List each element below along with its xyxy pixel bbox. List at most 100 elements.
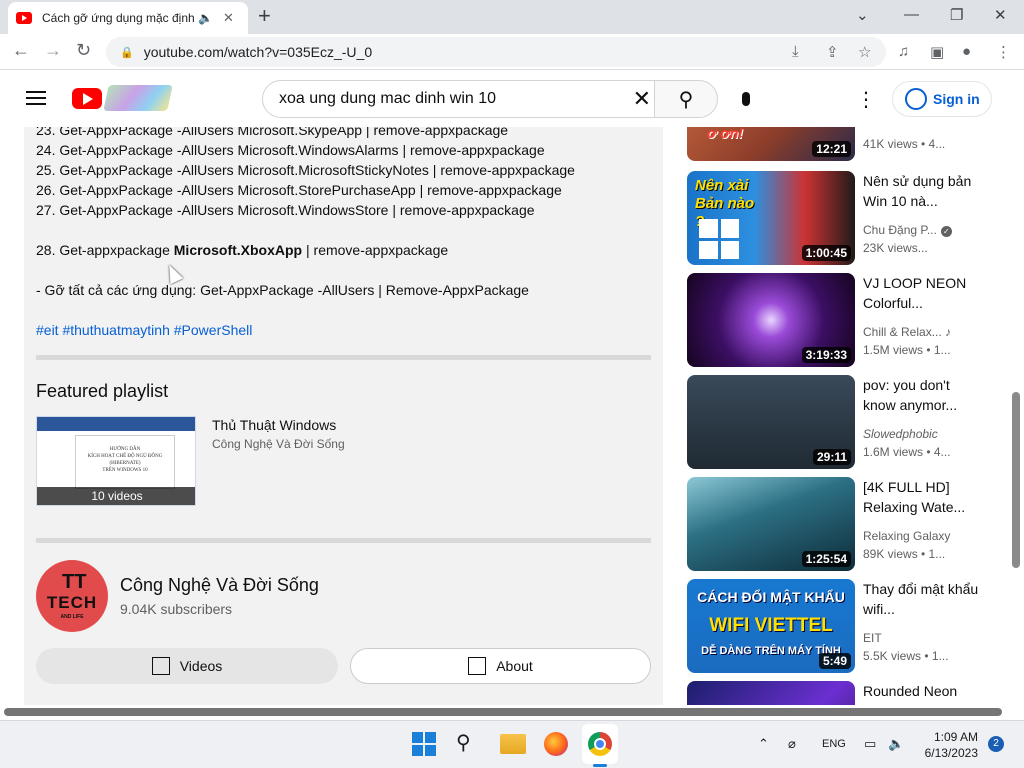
share-icon[interactable]: ⇪ [826, 43, 839, 61]
back-button[interactable]: ← [12, 40, 30, 61]
video-title[interactable]: Rounded Neon [863, 681, 983, 701]
related-video-item[interactable]: 29:11 pov: you don't know anymor... Slow… [687, 375, 1011, 469]
network-icon[interactable]: ⌀ [788, 736, 796, 752]
video-thumbnail[interactable]: CÁCH ĐỔI MẬT KHẨU WIFI VIETTEL DỄ DÀNG T… [687, 579, 855, 673]
voice-search-icon[interactable] [736, 85, 756, 113]
youtube-logo[interactable] [72, 88, 102, 109]
chrome-menu-icon[interactable]: ⋮ [996, 43, 1011, 61]
video-channel[interactable]: EIT [863, 631, 882, 645]
related-video-item[interactable]: Rounded Neon [687, 681, 1011, 705]
channel-about-button[interactable]: About [350, 648, 651, 684]
tray-overflow-chevron-icon[interactable]: ⌃ [758, 736, 769, 752]
youtube-favicon-icon [16, 12, 32, 24]
video-title[interactable]: Thay đổi mật khẩu wifi... [863, 579, 983, 619]
profile-icon[interactable]: ● [962, 43, 971, 60]
search-box[interactable]: xoa ung dung mac dinh win 10 ✕ [262, 80, 672, 118]
doc-line: KÍCH HOẠT CHẾ ĐỘ NGỦ ĐÔNG [87, 454, 163, 459]
channel-name[interactable]: Công Nghệ Và Đời Sống [120, 575, 319, 596]
taskbar-clock[interactable]: 1:09 AM 6/13/2023 [914, 729, 978, 761]
thumbnail-text: CÁCH ĐỔI MẬT KHẨU [697, 589, 845, 605]
related-video-item[interactable]: Nên xài Bản nào ? 1:00:45 Nên sử dụng bả… [687, 171, 1011, 265]
video-meta: 1.6M views • 4... [863, 445, 951, 459]
browser-tab-active[interactable]: Cách gỡ ứng dụng mặc định 🔈 ✕ [8, 2, 248, 34]
channel-logo-text: TECH [46, 593, 98, 612]
video-channel[interactable]: Chu Đặng P... ✓ [863, 223, 952, 237]
related-video-item[interactable]: 1:25:54 [4K FULL HD] Relaxing Wate... Re… [687, 477, 1011, 571]
doc-line: (HIBERNATE) [109, 461, 141, 466]
horizontal-scrollbar-thumb[interactable] [4, 708, 1002, 716]
clock-date: 6/13/2023 [924, 746, 978, 760]
forward-button[interactable]: → [44, 40, 62, 61]
related-video-item[interactable]: 3:19:33 VJ LOOP NEON Colorful... Chill &… [687, 273, 1011, 367]
bookmark-star-icon[interactable]: ☆ [858, 43, 871, 61]
sign-in-button[interactable]: Sign in [892, 81, 992, 117]
video-channel[interactable]: Chill & Relax... ♪ [863, 325, 951, 339]
search-icon: ⚲ [678, 88, 694, 111]
search-button[interactable]: ⚲ [654, 80, 718, 118]
video-thumbnail[interactable]: 3:19:33 [687, 273, 855, 367]
doc-line: HƯỚNG DẪN [109, 447, 141, 452]
video-title[interactable]: Nên sử dụng bản Win 10 nà... [863, 171, 983, 211]
vertical-scrollbar-thumb[interactable] [1012, 392, 1020, 568]
channel-logo-subtext: AND LIFE [60, 614, 84, 620]
hashtag-links[interactable]: #eit #thuthuatmaytinh #PowerShell [36, 320, 575, 340]
video-thumbnail[interactable]: 1:25:54 [687, 477, 855, 571]
restore-button[interactable]: ❐ [950, 6, 963, 24]
video-thumbnail[interactable] [687, 681, 855, 705]
browser-toolbar: ← → ↻ 🔒 youtube.com/watch?v=035Ecz_-U_0 … [0, 34, 1024, 70]
address-bar[interactable]: 🔒 youtube.com/watch?v=035Ecz_-U_0 [106, 37, 886, 67]
playlist-name[interactable]: Thủ Thuật Windows [212, 417, 336, 433]
lock-icon[interactable]: 🔒 [120, 46, 134, 59]
description-line: 23. Get-AppxPackage -AllUsers Microsoft.… [36, 127, 509, 138]
tab-close-icon[interactable]: ✕ [223, 10, 234, 26]
notification-badge[interactable]: 2 [988, 736, 1004, 752]
video-thumbnail[interactable]: ơ ơn! 12:21 [687, 127, 855, 161]
hamburger-menu-icon[interactable] [26, 91, 46, 105]
video-channel[interactable]: Slowedphobic [863, 427, 938, 441]
thumbnail-text: WIFI VIETTEL [709, 615, 833, 636]
channel-videos-button[interactable]: Videos [36, 648, 338, 684]
install-app-icon[interactable]: ⤓ [792, 43, 799, 60]
youtube-doodle-logo[interactable] [103, 85, 173, 111]
firefox-icon[interactable] [544, 732, 568, 756]
media-controls-icon[interactable]: ♫ [898, 43, 909, 60]
video-description: 23. Get-AppxPackage -AllUsers Microsoft.… [24, 127, 663, 705]
playlist-thumbnail[interactable]: HƯỚNG DẪN KÍCH HOẠT CHẾ ĐỘ NGỦ ĐÔNG (HIB… [36, 416, 196, 506]
description-line: 26. Get-AppxPackage -AllUsers Microsoft.… [36, 182, 562, 198]
language-indicator[interactable]: ENG [822, 738, 846, 750]
channel-label: Chill & Relax... [863, 325, 942, 339]
video-thumbnail[interactable]: 29:11 [687, 375, 855, 469]
speaker-icon[interactable]: 🔈 [198, 11, 213, 25]
close-window-button[interactable]: ✕ [994, 6, 1007, 24]
video-meta: 89K views • 1... [863, 547, 946, 561]
clear-search-icon[interactable]: ✕ [633, 86, 651, 112]
video-channel[interactable]: Relaxing Galaxy [863, 529, 950, 543]
clock-time: 1:09 AM [933, 730, 978, 744]
doc-line: TRÊN WINDOWS 10 [102, 468, 148, 473]
video-title[interactable]: pov: you don't know anymor... [863, 375, 983, 415]
settings-kebab-icon[interactable]: ⋮ [856, 87, 876, 112]
display-icon[interactable]: ▭ [864, 736, 876, 752]
tab-search-chevron-icon[interactable]: ⌄ [856, 6, 869, 24]
related-video-item[interactable]: ơ ơn! 12:21 41K views • 4... [687, 127, 1011, 161]
reload-button[interactable]: ↻ [76, 40, 91, 61]
channel-avatar[interactable]: TT TECH AND LIFE [36, 560, 108, 632]
side-panel-icon[interactable]: ▣ [930, 43, 944, 61]
person-card-icon [468, 657, 487, 675]
file-explorer-icon[interactable] [500, 734, 526, 754]
new-tab-button[interactable]: + [258, 4, 271, 28]
taskbar-search-icon[interactable]: ⚲ [456, 730, 482, 754]
description-line-28: 28. Get-appxpackage Microsoft.XboxApp | … [36, 240, 575, 260]
volume-icon[interactable]: 🔈 [888, 736, 904, 752]
video-title[interactable]: [4K FULL HD] Relaxing Wate... [863, 477, 983, 517]
description-line: 25. Get-AppxPackage -AllUsers Microsoft.… [36, 162, 575, 178]
related-video-item[interactable]: CÁCH ĐỔI MẬT KHẨU WIFI VIETTEL DỄ DÀNG T… [687, 579, 1011, 673]
minimize-button[interactable]: — [904, 6, 919, 23]
start-menu-icon[interactable] [412, 732, 436, 756]
video-thumbnail[interactable]: Nên xài Bản nào ? 1:00:45 [687, 171, 855, 265]
search-input[interactable]: xoa ung dung mac dinh win 10 [279, 90, 496, 108]
video-title[interactable]: VJ LOOP NEON Colorful... [863, 273, 983, 313]
section-divider [36, 355, 651, 360]
chrome-icon[interactable] [588, 732, 612, 756]
playlist-channel[interactable]: Công Nghệ Và Đời Sống [212, 437, 345, 451]
